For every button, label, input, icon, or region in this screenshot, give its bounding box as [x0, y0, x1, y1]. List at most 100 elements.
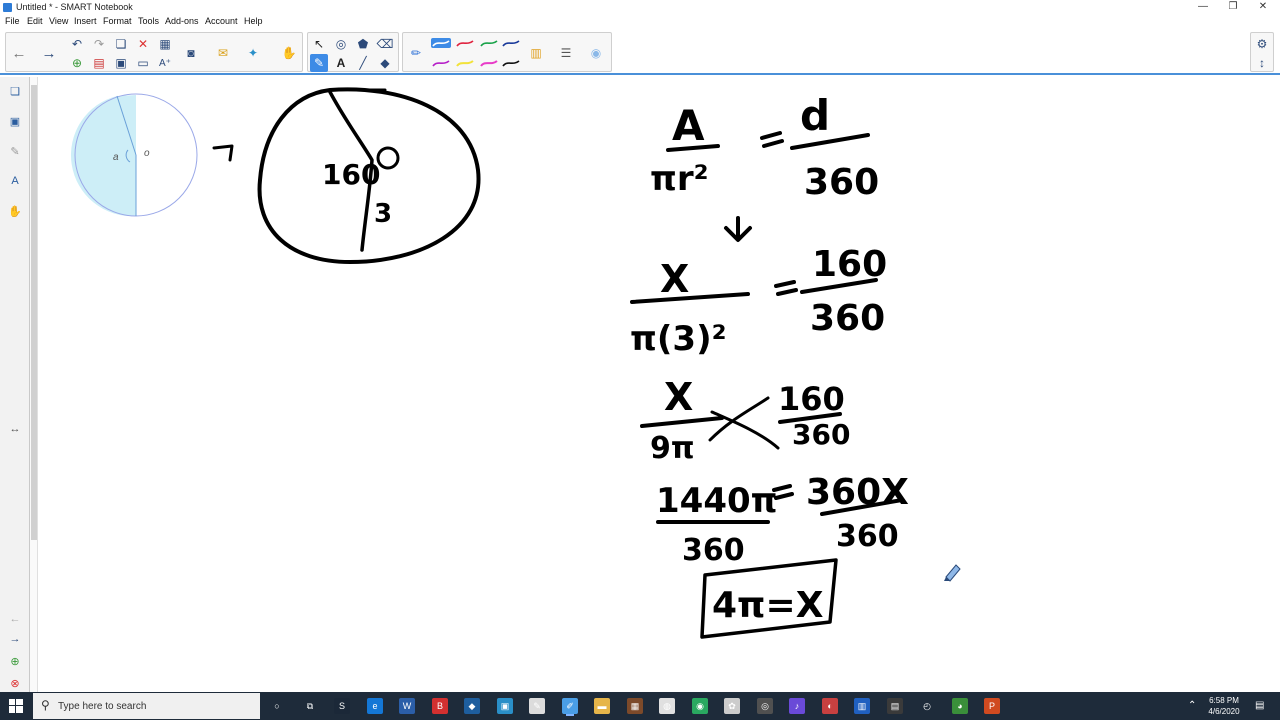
word-icon[interactable]: W: [399, 698, 415, 714]
properties-icon[interactable]: A: [6, 172, 24, 190]
menu-format[interactable]: Format: [103, 16, 132, 26]
app-blue-icon[interactable]: ◆: [464, 698, 480, 714]
back-icon[interactable]: ←: [10, 44, 28, 62]
line-icon[interactable]: ╱: [354, 54, 372, 72]
page-scrollbar-thumb[interactable]: [31, 85, 37, 540]
app-slides-icon[interactable]: ▤: [887, 698, 903, 714]
pen-color-pink[interactable]: [479, 58, 499, 68]
app-record-icon[interactable]: ◎: [757, 698, 773, 714]
attachments-icon[interactable]: ✎: [6, 142, 24, 160]
line-style-icon[interactable]: ☰: [557, 44, 575, 62]
pen-color-blue[interactable]: [431, 38, 451, 48]
maximize-button[interactable]: ❐: [1218, 0, 1248, 15]
next-page-icon[interactable]: →: [6, 630, 24, 648]
app-blue2-icon[interactable]: ▥: [854, 698, 870, 714]
screen-shade-icon[interactable]: ▭: [134, 54, 152, 72]
eraser-icon[interactable]: ◆: [376, 54, 394, 72]
clock[interactable]: 6:58 PM 4/6/2020: [1196, 695, 1252, 717]
menu-file[interactable]: File: [5, 16, 20, 26]
pen-tool-icon[interactable]: ✎: [310, 54, 328, 72]
task-view-icon[interactable]: ⧉: [302, 698, 318, 714]
insert-page-icon[interactable]: ❏: [112, 35, 130, 53]
app-b-icon[interactable]: B: [432, 698, 448, 714]
gallery-icon[interactable]: ▣: [6, 112, 24, 130]
pen-color-red[interactable]: [455, 38, 475, 48]
down-arrow[interactable]: [724, 216, 752, 242]
add-page-icon[interactable]: ⊕: [68, 54, 86, 72]
pen-color-green[interactable]: [479, 38, 499, 48]
menu-add-ons[interactable]: Add-ons: [165, 16, 199, 26]
add-ons-sidebar-icon[interactable]: ✋: [6, 202, 24, 220]
angle-label: 160: [322, 158, 380, 191]
equation-2[interactable]: X π(3)² 160 360: [630, 244, 887, 359]
add-ons-icon[interactable]: ✋: [280, 44, 298, 62]
app-clock-icon[interactable]: ◴: [919, 698, 935, 714]
delete-page-sidebar-icon[interactable]: ⊗: [6, 674, 24, 692]
taskbar-search[interactable]: ⚲ Type here to search: [33, 693, 260, 719]
powerpoint-icon[interactable]: P: [984, 698, 1000, 714]
close-button[interactable]: ✕: [1248, 0, 1278, 15]
minimize-button[interactable]: —: [1188, 0, 1218, 15]
redo-icon[interactable]: ↷: [90, 35, 108, 53]
spell-check-icon[interactable]: A⁺: [156, 54, 174, 72]
app-flower-icon[interactable]: ✿: [724, 698, 740, 714]
app-red-icon[interactable]: ◐: [822, 698, 838, 714]
equation-4[interactable]: 1440π 360X 360 360: [656, 472, 909, 568]
boxed-answer[interactable]: 4π=X: [700, 558, 838, 639]
lesson-activity-icon[interactable]: ✦: [244, 44, 262, 62]
pen-color-navy[interactable]: [501, 38, 521, 48]
smart-notebook-icon[interactable]: ✐: [562, 698, 578, 714]
toolbar-move-icon[interactable]: ↕: [1253, 54, 1271, 72]
delete-icon[interactable]: ✕: [134, 35, 152, 53]
edge-icon[interactable]: e: [367, 698, 383, 714]
steam-icon[interactable]: S: [334, 698, 350, 714]
pen-properties-icon[interactable]: ◉: [587, 44, 605, 62]
fill-icon[interactable]: ⬟: [354, 35, 372, 53]
chrome-icon[interactable]: ◕: [952, 698, 968, 714]
toolbar-group-page: ← → ↶ ↷ ❏ ✕ ▦ ⊕ ▤ ▣ ▭ A⁺ ◙ ✉ ✦ ✋: [5, 32, 303, 72]
shapes-icon[interactable]: ◎: [332, 35, 350, 53]
save-icon[interactable]: ▣: [112, 54, 130, 72]
start-button[interactable]: [0, 692, 32, 720]
document-camera-icon[interactable]: ◙: [182, 44, 200, 62]
menu-help[interactable]: Help: [244, 16, 263, 26]
whiteboard-canvas[interactable]: a o 160 3 A πr² d 360 X π(3)² 160 360 X …: [39, 77, 1280, 692]
equation-1[interactable]: A πr² d 360: [650, 91, 879, 203]
menu-edit[interactable]: Edit: [27, 16, 43, 26]
menu-tools[interactable]: Tools: [138, 16, 159, 26]
pen-icon[interactable]: ✏: [407, 44, 425, 62]
notifications-icon[interactable]: ▤: [1255, 700, 1264, 711]
pen-color-black[interactable]: [501, 58, 521, 68]
cortana-icon[interactable]: ○: [269, 698, 285, 714]
sidebar-resize-icon[interactable]: ↔: [6, 420, 24, 438]
pen-color-yellow[interactable]: [455, 58, 475, 68]
table-icon[interactable]: ▦: [156, 35, 174, 53]
reference-circle[interactable]: a o: [70, 93, 198, 217]
select-icon[interactable]: ↖: [310, 35, 328, 53]
app-cyan-icon[interactable]: ▣: [497, 698, 513, 714]
menu-view[interactable]: View: [49, 16, 68, 26]
hand-arrow[interactable]: [212, 144, 234, 162]
app-pen-icon[interactable]: ✎: [529, 698, 545, 714]
equation-3[interactable]: X 9π 160 360: [640, 375, 850, 466]
pdf-icon[interactable]: ▤: [90, 54, 108, 72]
pen-color-purple[interactable]: [431, 58, 451, 68]
app-cup-icon[interactable]: ◍: [659, 698, 675, 714]
undo-icon[interactable]: ↶: [68, 35, 86, 53]
forward-icon[interactable]: →: [40, 44, 58, 62]
hand-drawn-circle[interactable]: 160 3: [257, 87, 481, 264]
previous-page-icon[interactable]: ←: [6, 610, 24, 628]
color-palette-icon[interactable]: ▥: [527, 44, 545, 62]
response-icon[interactable]: ✉: [214, 44, 232, 62]
app-music-icon[interactable]: ♪: [789, 698, 805, 714]
folder-icon[interactable]: ▬: [594, 698, 610, 714]
add-page-sidebar-icon[interactable]: ⊕: [6, 652, 24, 670]
app-green-icon[interactable]: ◉: [692, 698, 708, 714]
page-sorter-icon[interactable]: ❏: [6, 82, 24, 100]
settings-icon[interactable]: ⚙: [1253, 35, 1271, 53]
menu-account[interactable]: Account: [205, 16, 238, 26]
app-grid-icon[interactable]: ▦: [627, 698, 643, 714]
text-icon[interactable]: A: [332, 54, 350, 72]
menu-insert[interactable]: Insert: [74, 16, 97, 26]
eraser-fill-icon[interactable]: ⌫: [376, 35, 394, 53]
